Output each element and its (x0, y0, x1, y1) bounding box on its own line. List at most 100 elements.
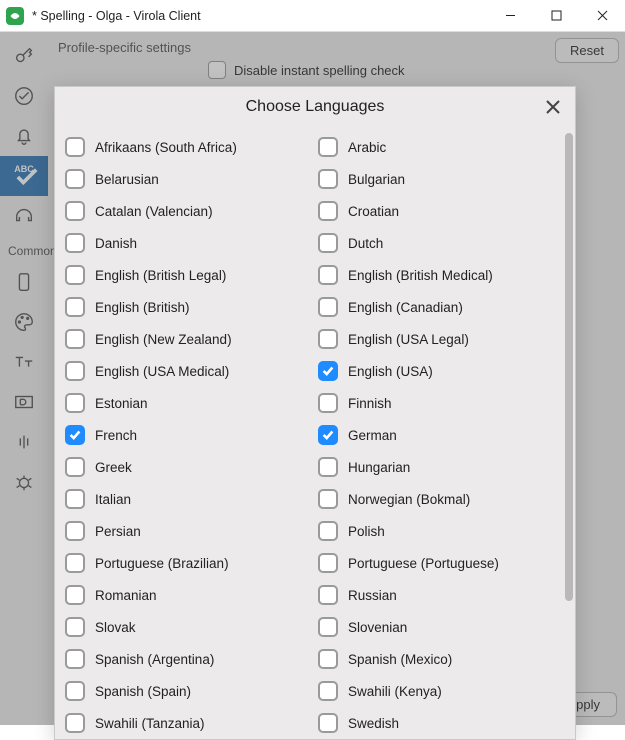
scrollbar[interactable] (565, 133, 573, 733)
language-label: Romanian (95, 588, 157, 603)
language-row[interactable]: Persian (63, 515, 306, 547)
language-row[interactable]: Bulgarian (316, 163, 559, 195)
language-label: Swedish (348, 716, 399, 731)
language-checkbox[interactable] (65, 649, 85, 669)
language-row[interactable]: Italian (63, 483, 306, 515)
language-row[interactable]: English (USA Legal) (316, 323, 559, 355)
language-label: Estonian (95, 396, 148, 411)
language-checkbox[interactable] (318, 617, 338, 637)
language-label: English (British) (95, 300, 190, 315)
language-row[interactable]: Spanish (Mexico) (316, 643, 559, 675)
language-checkbox[interactable] (318, 585, 338, 605)
language-checkbox[interactable] (65, 201, 85, 221)
language-checkbox[interactable] (318, 137, 338, 157)
language-label: Afrikaans (South Africa) (95, 140, 237, 155)
language-checkbox[interactable] (318, 361, 338, 381)
language-row[interactable]: Swedish (316, 707, 559, 739)
language-row[interactable]: Greek (63, 451, 306, 483)
language-checkbox[interactable] (65, 233, 85, 253)
language-row[interactable]: English (British) (63, 291, 306, 323)
language-row[interactable]: English (Canadian) (316, 291, 559, 323)
language-row[interactable]: Afrikaans (South Africa) (63, 131, 306, 163)
language-checkbox[interactable] (65, 329, 85, 349)
language-row[interactable]: Spanish (Argentina) (63, 643, 306, 675)
language-row[interactable]: Hungarian (316, 451, 559, 483)
language-label: German (348, 428, 397, 443)
language-checkbox[interactable] (65, 393, 85, 413)
language-row[interactable]: Slovak (63, 611, 306, 643)
language-checkbox[interactable] (65, 137, 85, 157)
language-row[interactable]: Portuguese (Brazilian) (63, 547, 306, 579)
language-label: English (British Medical) (348, 268, 493, 283)
language-checkbox[interactable] (65, 585, 85, 605)
language-row[interactable]: Spanish (Spain) (63, 675, 306, 707)
language-row[interactable]: English (USA) (316, 355, 559, 387)
language-label: Slovak (95, 620, 136, 635)
language-row[interactable]: English (British Medical) (316, 259, 559, 291)
language-checkbox[interactable] (318, 489, 338, 509)
language-row[interactable]: Swahili (Tanzania) (63, 707, 306, 739)
window-close-button[interactable] (579, 0, 625, 32)
language-row[interactable]: Portuguese (Portuguese) (316, 547, 559, 579)
language-label: French (95, 428, 137, 443)
language-label: Hungarian (348, 460, 410, 475)
dialog-close-button[interactable] (539, 93, 567, 121)
language-checkbox[interactable] (318, 233, 338, 253)
language-checkbox[interactable] (65, 169, 85, 189)
language-row[interactable]: English (New Zealand) (63, 323, 306, 355)
language-checkbox[interactable] (318, 521, 338, 541)
language-row[interactable]: Arabic (316, 131, 559, 163)
language-checkbox[interactable] (318, 393, 338, 413)
titlebar: * Spelling - Olga - Virola Client (0, 0, 625, 32)
language-checkbox[interactable] (318, 329, 338, 349)
language-checkbox[interactable] (65, 681, 85, 701)
language-label: Greek (95, 460, 132, 475)
language-checkbox[interactable] (65, 553, 85, 573)
language-checkbox[interactable] (65, 617, 85, 637)
language-checkbox[interactable] (65, 425, 85, 445)
language-row[interactable]: Croatian (316, 195, 559, 227)
language-row[interactable]: Catalan (Valencian) (63, 195, 306, 227)
language-checkbox[interactable] (318, 297, 338, 317)
language-row[interactable]: Swahili (Kenya) (316, 675, 559, 707)
language-row[interactable]: Russian (316, 579, 559, 611)
language-checkbox[interactable] (65, 265, 85, 285)
language-row[interactable]: Romanian (63, 579, 306, 611)
language-label: Danish (95, 236, 137, 251)
language-checkbox[interactable] (65, 457, 85, 477)
language-checkbox[interactable] (318, 457, 338, 477)
language-label: English (USA Legal) (348, 332, 469, 347)
language-row[interactable]: Estonian (63, 387, 306, 419)
language-checkbox[interactable] (318, 425, 338, 445)
language-row[interactable]: French (63, 419, 306, 451)
window-title: * Spelling - Olga - Virola Client (32, 9, 487, 23)
language-checkbox[interactable] (318, 553, 338, 573)
window-minimize-button[interactable] (487, 0, 533, 32)
language-row[interactable]: Norwegian (Bokmal) (316, 483, 559, 515)
language-checkbox[interactable] (65, 489, 85, 509)
scrollbar-thumb[interactable] (565, 133, 573, 601)
language-checkbox[interactable] (65, 713, 85, 733)
language-row[interactable]: Belarusian (63, 163, 306, 195)
language-checkbox[interactable] (65, 521, 85, 541)
language-checkbox[interactable] (318, 265, 338, 285)
language-label: English (Canadian) (348, 300, 463, 315)
language-checkbox[interactable] (65, 361, 85, 381)
language-row[interactable]: Dutch (316, 227, 559, 259)
language-row[interactable]: Slovenian (316, 611, 559, 643)
language-label: Swahili (Kenya) (348, 684, 442, 699)
language-checkbox[interactable] (318, 649, 338, 669)
language-label: Arabic (348, 140, 386, 155)
language-checkbox[interactable] (65, 297, 85, 317)
language-row[interactable]: German (316, 419, 559, 451)
language-checkbox[interactable] (318, 169, 338, 189)
window-maximize-button[interactable] (533, 0, 579, 32)
language-row[interactable]: Finnish (316, 387, 559, 419)
language-row[interactable]: Polish (316, 515, 559, 547)
language-checkbox[interactable] (318, 681, 338, 701)
language-checkbox[interactable] (318, 713, 338, 733)
language-row[interactable]: English (British Legal) (63, 259, 306, 291)
language-row[interactable]: English (USA Medical) (63, 355, 306, 387)
language-row[interactable]: Danish (63, 227, 306, 259)
language-checkbox[interactable] (318, 201, 338, 221)
